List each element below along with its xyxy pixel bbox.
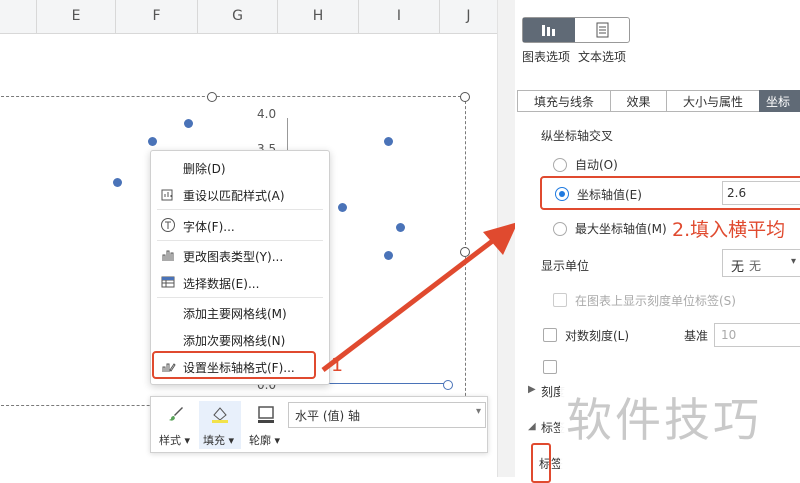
highlight-box-axis-value [540,176,800,210]
chevron-right-icon[interactable]: ▶ [528,384,536,395]
watermark: 软件技巧 [560,358,800,477]
highlight-box-label-position [531,443,551,483]
tab-fill-and-line[interactable]: 填充与线条 [517,90,611,112]
data-point[interactable] [184,119,193,128]
menu-item-change-chart-type[interactable]: 更改图表类型(Y)... [151,243,329,269]
chevron-down-icon: ▾ [475,406,481,417]
data-point[interactable] [113,178,122,187]
menu-item-font[interactable]: 字体(F)... [151,213,329,239]
reset-style-icon [160,186,176,202]
column-header-h[interactable]: H [278,0,359,33]
outline-button[interactable]: 轮廓 ▾ [245,401,287,449]
data-point[interactable] [384,137,393,146]
axis-end-handle[interactable] [443,380,453,390]
radio-auto-label: 自动(O) [575,158,618,172]
fill-button[interactable]: 填充 ▾ [199,401,241,449]
base-input[interactable]: 10 [714,323,800,347]
tab-effects[interactable]: 效果 [610,90,667,112]
outline-icon [256,404,276,424]
menu-item-add-minor-gridlines[interactable]: 添加次要网格线(N) [151,327,329,353]
column-header-e[interactable]: E [37,0,116,33]
step-annotation-2: 2.填入横平均 [672,219,786,241]
log-scale-label: 对数刻度(L) [565,329,630,343]
column-header-bar: E F G H I J [0,0,497,34]
display-units-select[interactable]: 无 无 ▾ [722,249,800,277]
resize-handle-top-right[interactable] [460,92,470,102]
data-point[interactable] [338,203,347,212]
text-options-label[interactable]: 文本选项 [578,48,626,65]
radio-max-axis-value-label: 最大坐标轴值(M) [575,222,667,236]
column-header-f[interactable]: F [116,0,198,33]
text-options-icon-button[interactable] [576,18,629,42]
axis-tick-label: 4.0 [257,107,277,121]
section-vertical-axis-crosses: 纵坐标轴交叉 [541,129,614,143]
menu-divider [157,297,323,298]
annotation-arrow [321,222,518,372]
menu-item-delete[interactable]: 删除(D) [151,155,329,181]
menu-item-reset-style[interactable]: 重设以匹配样式(A) [151,182,329,208]
chart-options-label[interactable]: 图表选项 [522,48,570,65]
column-header-g[interactable]: G [198,0,278,33]
show-unit-label-checkbox[interactable] [553,293,567,307]
font-icon [160,217,176,233]
radio-auto[interactable] [553,158,567,172]
bar-chart-icon [160,247,176,263]
radio-max-axis-value[interactable] [553,222,567,236]
axis-element-select[interactable]: 水平 (值) 轴 ▾ [288,402,486,428]
menu-divider [157,209,323,210]
resize-handle-top[interactable] [207,92,217,102]
column-header-j[interactable]: J [440,0,497,33]
menu-item-select-data[interactable]: 选择数据(E)... [151,270,329,296]
data-point[interactable] [148,137,157,146]
column-header-partial[interactable] [0,0,37,33]
menu-divider [157,240,323,241]
context-menu: 删除(D) 重设以匹配样式(A) 字体(F)... 更改图表类型(Y)... 选… [150,150,330,385]
chevron-down-icon[interactable]: ◢ [528,421,536,432]
tab-axis[interactable]: 坐标 [759,90,800,112]
chevron-down-icon: ▾ [791,256,797,267]
fill-bucket-icon [210,404,230,424]
tab-size-and-properties[interactable]: 大小与属性 [666,90,760,112]
style-button[interactable]: 样式 ▾ [155,401,197,449]
chart-options-icon-button[interactable] [523,18,575,42]
column-header-i[interactable]: I [359,0,440,33]
display-units-label: 显示单位 [541,259,590,273]
show-unit-label-text: 在图表上显示刻度单位标签(S) [575,294,736,308]
base-label: 基准 [684,329,709,343]
log-scale-checkbox[interactable] [543,328,557,342]
highlight-box-format-axis [152,351,316,379]
reverse-order-checkbox[interactable] [543,360,557,374]
brush-icon [166,404,186,424]
menu-item-add-major-gridlines[interactable]: 添加主要网格线(M) [151,300,329,326]
data-table-icon [160,274,176,290]
options-toggle [522,17,630,43]
